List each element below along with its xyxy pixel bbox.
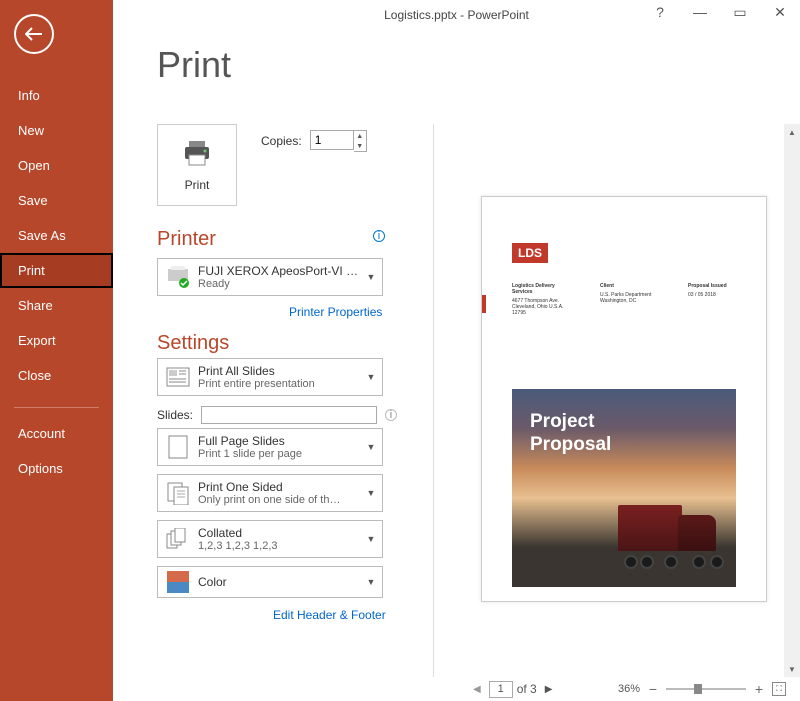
page-title: Print bbox=[157, 44, 800, 86]
preview-logo: LDS bbox=[512, 243, 548, 263]
sidebar-item-info[interactable]: Info bbox=[0, 78, 113, 113]
slides-label: Slides: bbox=[157, 408, 193, 422]
printer-icon bbox=[181, 139, 213, 172]
copies-down[interactable]: ▼ bbox=[354, 141, 366, 151]
zoom-fit-button[interactable]: ⛶ bbox=[772, 682, 786, 696]
print-range-line2: Print entire presentation bbox=[198, 378, 364, 390]
preview-title1: Project bbox=[530, 411, 594, 432]
window-title: Logistics.pptx - PowerPoint bbox=[384, 8, 529, 22]
restore-button[interactable]: ▭ bbox=[720, 0, 760, 24]
printer-section-title: Printer bbox=[157, 228, 216, 251]
chevron-down-icon: ▼ bbox=[364, 488, 378, 498]
sidebar-item-options[interactable]: Options bbox=[0, 451, 113, 486]
printer-dropdown[interactable]: FUJI XEROX ApeosPort-VI C3… Ready ▼ bbox=[157, 258, 383, 296]
printer-status-icon bbox=[164, 263, 192, 291]
sidebar-item-account[interactable]: Account bbox=[0, 416, 113, 451]
zoom-percent: 36% bbox=[618, 683, 640, 695]
next-page-button[interactable]: ▶ bbox=[541, 684, 557, 695]
preview-col3-header: Proposal Issued bbox=[688, 283, 748, 289]
slides-input[interactable] bbox=[201, 406, 377, 424]
all-slides-icon bbox=[164, 363, 192, 391]
printer-status: Ready bbox=[198, 278, 364, 290]
chevron-down-icon: ▼ bbox=[364, 372, 378, 382]
chevron-down-icon: ▼ bbox=[364, 577, 378, 587]
collate-line2: 1,2,3 1,2,3 1,2,3 bbox=[198, 540, 364, 552]
collated-icon bbox=[164, 525, 192, 553]
chevron-down-icon: ▼ bbox=[364, 534, 378, 544]
page-number-input[interactable]: 1 bbox=[489, 681, 513, 698]
layout-dropdown[interactable]: Full Page Slides Print 1 slide per page … bbox=[157, 428, 383, 466]
copies-input[interactable]: 1 bbox=[310, 130, 354, 150]
scroll-down-icon[interactable]: ▼ bbox=[784, 661, 800, 677]
back-button[interactable] bbox=[14, 14, 54, 54]
settings-section-title: Settings bbox=[157, 332, 229, 355]
sidebar-item-close[interactable]: Close bbox=[0, 358, 113, 393]
preview-title2: Proposal bbox=[530, 434, 611, 455]
sidebar-item-open[interactable]: Open bbox=[0, 148, 113, 183]
preview-col2-header: Client bbox=[600, 283, 660, 289]
sides-line2: Only print on one side of th… bbox=[198, 494, 364, 506]
color-dropdown[interactable]: Color ▼ bbox=[157, 566, 383, 598]
preview-accent-bar bbox=[482, 295, 486, 313]
zoom-slider[interactable] bbox=[666, 688, 746, 690]
preview-col3-text: 03 / 05 2018 bbox=[688, 292, 748, 298]
help-button[interactable]: ? bbox=[640, 0, 680, 24]
preview-col1-header: Logistics Delivery Services bbox=[512, 283, 572, 295]
zoom-in-button[interactable]: + bbox=[752, 681, 766, 697]
sidebar-item-save[interactable]: Save bbox=[0, 183, 113, 218]
collate-line1: Collated bbox=[198, 526, 364, 540]
printer-name: FUJI XEROX ApeosPort-VI C3… bbox=[198, 264, 364, 278]
sides-dropdown[interactable]: Print One Sided Only print on one side o… bbox=[157, 474, 383, 512]
print-range-dropdown[interactable]: Print All Slides Print entire presentati… bbox=[157, 358, 383, 396]
copies-label: Copies: bbox=[261, 134, 302, 148]
print-preview: LDS Logistics Delivery Services 4677 Thom… bbox=[481, 196, 767, 602]
one-sided-icon bbox=[164, 479, 192, 507]
copies-up[interactable]: ▲ bbox=[354, 131, 366, 141]
preview-scrollbar[interactable]: ▲ ▼ bbox=[784, 124, 800, 677]
print-range-line1: Print All Slides bbox=[198, 364, 364, 378]
zoom-out-button[interactable]: − bbox=[646, 681, 660, 697]
sidebar-item-new[interactable]: New bbox=[0, 113, 113, 148]
sidebar-item-save-as[interactable]: Save As bbox=[0, 218, 113, 253]
color-line1: Color bbox=[198, 575, 364, 589]
close-button[interactable]: ✕ bbox=[760, 0, 800, 24]
minimize-button[interactable]: — bbox=[680, 0, 720, 24]
printer-info-icon[interactable]: i bbox=[373, 230, 385, 242]
slides-info-icon[interactable]: i bbox=[385, 409, 397, 421]
chevron-down-icon: ▼ bbox=[364, 272, 378, 282]
sides-line1: Print One Sided bbox=[198, 480, 364, 494]
preview-col2-text: U.S. Parks Department Washington, DC bbox=[600, 292, 660, 304]
color-icon bbox=[164, 568, 192, 596]
prev-page-button[interactable]: ◀ bbox=[469, 684, 485, 695]
printer-properties-link[interactable]: Printer Properties bbox=[289, 305, 382, 319]
preview-col1-text: 4677 Thompson Ave. Cleveland, Ohio U.S.A… bbox=[512, 298, 572, 316]
full-page-icon bbox=[164, 433, 192, 461]
preview-photo: ProjectProposal bbox=[512, 389, 736, 587]
vertical-divider bbox=[433, 124, 434, 677]
sidebar-item-share[interactable]: Share bbox=[0, 288, 113, 323]
layout-line1: Full Page Slides bbox=[198, 434, 364, 448]
sidebar-item-print[interactable]: Print bbox=[0, 253, 113, 288]
layout-line2: Print 1 slide per page bbox=[198, 448, 364, 460]
chevron-down-icon: ▼ bbox=[364, 442, 378, 452]
sidebar-item-export[interactable]: Export bbox=[0, 323, 113, 358]
collate-dropdown[interactable]: Collated 1,2,3 1,2,3 1,2,3 ▼ bbox=[157, 520, 383, 558]
scroll-up-icon[interactable]: ▲ bbox=[784, 124, 800, 140]
sidebar-separator bbox=[14, 407, 99, 408]
edit-header-footer-link[interactable]: Edit Header & Footer bbox=[273, 608, 386, 622]
print-button-label: Print bbox=[185, 178, 210, 192]
page-total-label: of 3 bbox=[517, 682, 537, 696]
print-button[interactable]: Print bbox=[157, 124, 237, 206]
backstage-sidebar: Info New Open Save Save As Print Share E… bbox=[0, 0, 113, 701]
